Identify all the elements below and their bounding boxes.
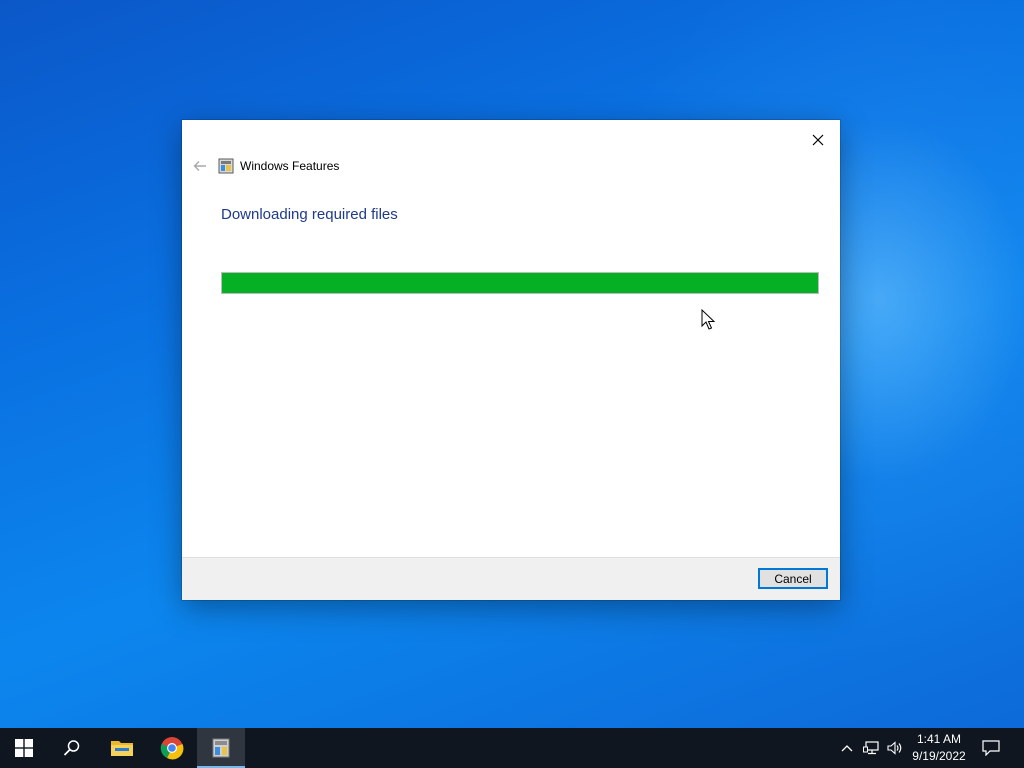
windows-features-taskbar-button[interactable] — [197, 728, 245, 768]
windows-features-icon — [218, 158, 234, 174]
back-button[interactable] — [190, 156, 210, 176]
show-hidden-icons-button[interactable] — [838, 728, 856, 768]
search-button[interactable] — [48, 728, 96, 768]
folder-icon — [111, 741, 133, 756]
cancel-button[interactable]: Cancel — [758, 568, 828, 589]
file-explorer-button[interactable] — [98, 728, 146, 768]
clock-time: 1:41 AM — [916, 732, 962, 746]
dialog-footer: Cancel — [182, 557, 840, 600]
close-button[interactable] — [804, 126, 832, 154]
windows-features-dialog: Windows Features Downloading required fi… — [182, 120, 840, 600]
network-icon — [863, 741, 879, 755]
windows-features-icon — [212, 738, 230, 758]
taskbar: 1:41 AM 9/19/2022 — [0, 728, 1024, 768]
download-progress-bar — [221, 272, 819, 294]
page-heading: Downloading required files — [221, 206, 398, 223]
notification-icon — [982, 740, 1000, 756]
network-button[interactable] — [860, 728, 882, 768]
dialog-title: Windows Features — [240, 159, 340, 173]
mouse-cursor-icon — [701, 309, 715, 330]
volume-button[interactable] — [884, 728, 906, 768]
dialog-titlebar: Windows Features — [190, 156, 339, 176]
start-button[interactable] — [0, 728, 48, 768]
action-center-button[interactable] — [976, 728, 1006, 768]
taskbar-clock[interactable]: 1:41 AM 9/19/2022 — [906, 731, 972, 765]
close-icon — [812, 134, 824, 146]
windows-logo-icon — [15, 739, 33, 757]
speaker-icon — [887, 741, 902, 755]
progress-bar-fill — [222, 273, 818, 293]
search-icon — [63, 740, 80, 756]
back-arrow-icon — [193, 161, 206, 171]
chrome-icon — [160, 737, 184, 760]
chrome-button[interactable] — [148, 728, 196, 768]
clock-date: 9/19/2022 — [912, 749, 966, 763]
chevron-up-icon — [841, 745, 853, 752]
